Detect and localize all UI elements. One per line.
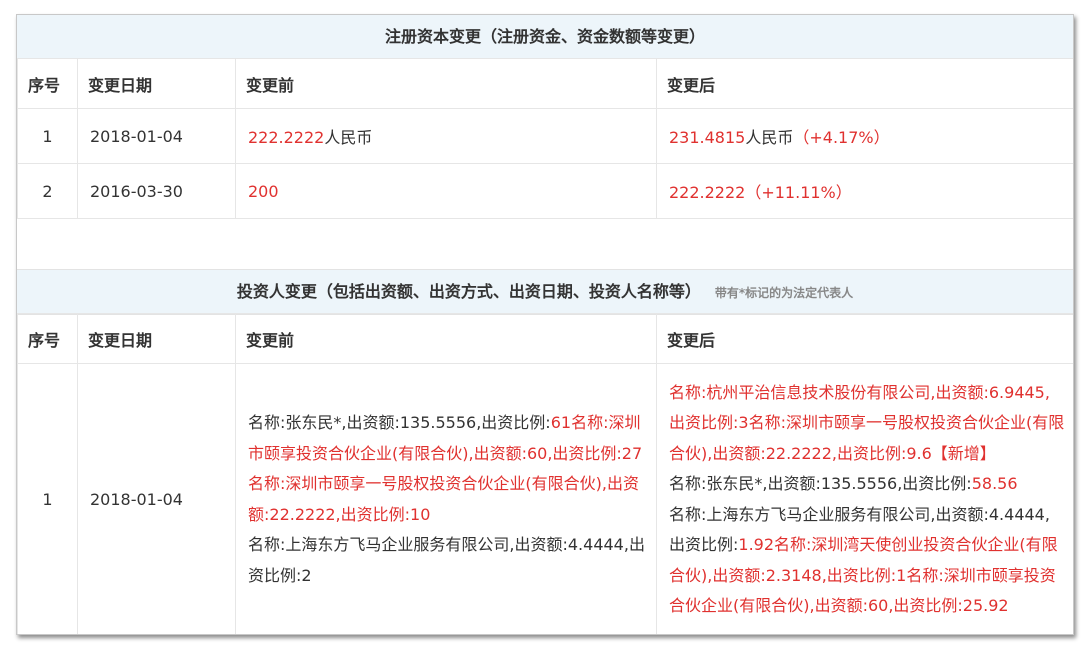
table-row: 1 2018-01-04 名称:张东民*,出资额:135.5556,出资比例:6… [17, 363, 1073, 634]
after-capital-value: 222.2222 [669, 183, 746, 202]
header-before: 变更前 [235, 58, 657, 109]
after-cell: 231.4815人民币（+4.17%） [656, 108, 1073, 164]
before-cell: 200 [235, 163, 657, 219]
section-spacer [17, 220, 1073, 269]
investor-after-segment: 58.56 [971, 474, 1018, 493]
header-after: 变更后 [656, 313, 1073, 364]
investor-before-segment: 名称:上海东方飞马企业服务有限公司,出资额:4.4444,出资比例:2 [248, 535, 645, 585]
registered-capital-section-title: 注册资本变更（注册资金、资金数额等变更） [17, 15, 1073, 59]
header-after: 变更后 [656, 58, 1073, 109]
investor-change-section-title: 投资人变更（包括出资额、出资方式、出资日期、投资人名称等） 带有*标记的为法定代表… [17, 269, 1073, 315]
legal-rep-note: 带有*标记的为法定代表人 [714, 286, 854, 300]
after-capital-unit: 人民币 [745, 128, 794, 147]
registered-capital-table: 序号 变更日期 变更前 变更后 1 2018-01-04 222.2222人民币… [17, 58, 1073, 219]
investor-change-table: 序号 变更日期 变更前 变更后 1 2018-01-04 名称:张东民*,出资额… [17, 313, 1073, 634]
row-date: 2018-01-04 [77, 108, 236, 164]
section-title-text: 投资人变更（包括出资额、出资方式、出资日期、投资人名称等） [236, 282, 701, 301]
before-cell: 222.2222人民币 [235, 108, 657, 164]
before-capital-unit: 人民币 [324, 128, 373, 147]
row-date: 2018-01-04 [77, 363, 236, 634]
header-index: 序号 [17, 58, 78, 109]
row-date: 2016-03-30 [77, 163, 236, 219]
header-date: 变更日期 [77, 58, 236, 109]
after-capital-value: 231.4815 [669, 128, 746, 147]
row-index: 2 [17, 163, 78, 219]
investor-before-cell: 名称:张东民*,出资额:135.5556,出资比例:61名称:深圳市颐享投资合伙… [235, 363, 657, 634]
investor-after-segment: 名称:张东民*,出资额:135.5556,出资比例: [669, 474, 972, 493]
investor-after-cell: 名称:杭州平治信息技术股份有限公司,出资额:6.9445,出资比例:3名称:深圳… [656, 363, 1073, 634]
row-index: 1 [17, 108, 78, 164]
table-header-row: 序号 变更日期 变更前 变更后 [17, 313, 1073, 364]
investor-after-segment: 名称:杭州平治信息技术股份有限公司,出资额:6.9445,出资比例:3名称:深圳… [669, 382, 1065, 463]
after-capital-change: （+11.11%） [745, 183, 852, 202]
after-capital-change: （+4.17%） [793, 128, 890, 147]
table-row: 2 2016-03-30 200 222.2222（+11.11%） [17, 163, 1073, 219]
change-records-panel: 注册资本变更（注册资金、资金数额等变更） 序号 变更日期 变更前 变更后 1 2… [16, 14, 1074, 635]
after-cell: 222.2222（+11.11%） [656, 163, 1073, 219]
row-index: 1 [17, 363, 78, 634]
section-title-text: 注册资本变更（注册资金、资金数额等变更） [384, 27, 705, 46]
table-row: 1 2018-01-04 222.2222人民币 231.4815人民币（+4.… [17, 108, 1073, 164]
header-before: 变更前 [235, 313, 657, 364]
header-index: 序号 [17, 313, 78, 364]
header-date: 变更日期 [77, 313, 236, 364]
investor-before-segment: 名称:张东民*,出资额:135.5556,出资比例: [248, 413, 551, 432]
table-header-row: 序号 变更日期 变更前 变更后 [17, 58, 1073, 109]
before-capital-value: 222.2222 [248, 128, 325, 147]
before-capital-value: 200 [248, 181, 279, 201]
